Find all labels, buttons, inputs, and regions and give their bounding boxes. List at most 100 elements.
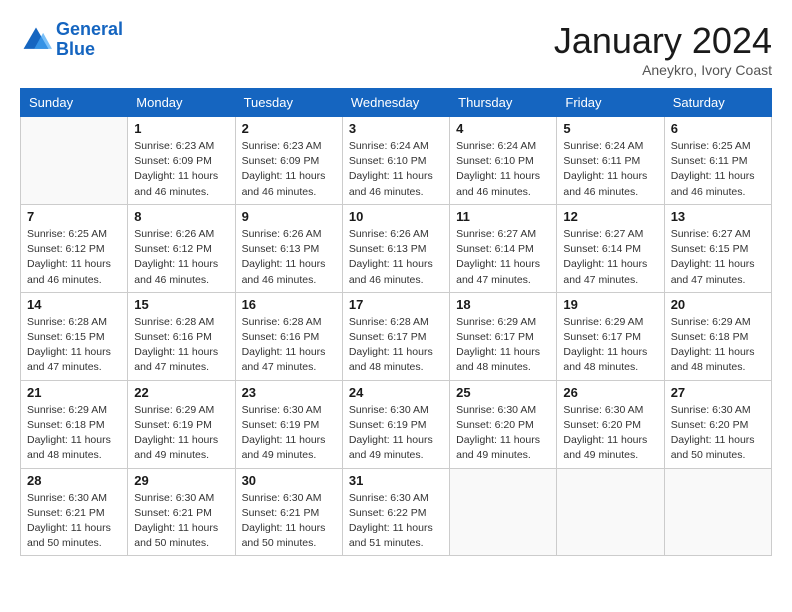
calendar-table: SundayMondayTuesdayWednesdayThursdayFrid… (20, 88, 772, 556)
day-number: 24 (349, 385, 443, 400)
weekday-header-thursday: Thursday (450, 89, 557, 117)
day-info: Sunrise: 6:29 AMSunset: 6:18 PMDaylight:… (27, 403, 121, 464)
calendar-cell: 4Sunrise: 6:24 AMSunset: 6:10 PMDaylight… (450, 117, 557, 205)
day-number: 15 (134, 297, 228, 312)
day-info: Sunrise: 6:28 AMSunset: 6:15 PMDaylight:… (27, 315, 121, 376)
calendar-cell: 7Sunrise: 6:25 AMSunset: 6:12 PMDaylight… (21, 204, 128, 292)
day-number: 10 (349, 209, 443, 224)
logo-text: General Blue (56, 20, 123, 60)
calendar-cell: 26 Sunrise: 6:30 AMSunset: 6:20 PMDayligh… (557, 380, 664, 468)
day-number: 25 (456, 385, 550, 400)
day-info: Sunrise: 6:30 AMSunset: 6:20 PMDaylight:… (563, 403, 657, 464)
day-number: 19 (563, 297, 657, 312)
day-info: Sunrise: 6:27 AMSunset: 6:15 PMDaylight:… (671, 227, 765, 288)
calendar-cell: 20 Sunrise: 6:29 AMSunset: 6:18 PMDayligh… (664, 292, 771, 380)
day-number: 26 (563, 385, 657, 400)
day-info: Sunrise: 6:30 AMSunset: 6:20 PMDaylight:… (671, 403, 765, 464)
weekday-header-friday: Friday (557, 89, 664, 117)
calendar-cell: 12 Sunrise: 6:27 AMSunset: 6:14 PMDayligh… (557, 204, 664, 292)
day-number: 13 (671, 209, 765, 224)
day-number: 14 (27, 297, 121, 312)
calendar-week-4: 21 Sunrise: 6:29 AMSunset: 6:18 PMDayligh… (21, 380, 772, 468)
calendar-cell: 22 Sunrise: 6:29 AMSunset: 6:19 PMDayligh… (128, 380, 235, 468)
day-number: 5 (563, 121, 657, 136)
day-info: Sunrise: 6:28 AMSunset: 6:16 PMDaylight:… (134, 315, 228, 376)
calendar-cell: 9 Sunrise: 6:26 AMSunset: 6:13 PMDaylight… (235, 204, 342, 292)
day-number: 1 (134, 121, 228, 136)
day-info: Sunrise: 6:27 AMSunset: 6:14 PMDaylight:… (456, 227, 550, 288)
day-info: Sunrise: 6:30 AMSunset: 6:19 PMDaylight:… (349, 403, 443, 464)
day-info: Sunrise: 6:30 AMSunset: 6:21 PMDaylight:… (27, 491, 121, 552)
weekday-header-saturday: Saturday (664, 89, 771, 117)
day-info: Sunrise: 6:24 AMSunset: 6:11 PMDaylight:… (563, 139, 657, 200)
day-number: 7 (27, 209, 121, 224)
day-info: Sunrise: 6:29 AMSunset: 6:17 PMDaylight:… (456, 315, 550, 376)
day-info: Sunrise: 6:30 AMSunset: 6:21 PMDaylight:… (242, 491, 336, 552)
day-number: 16 (242, 297, 336, 312)
calendar-cell (21, 117, 128, 205)
calendar-cell: 16 Sunrise: 6:28 AMSunset: 6:16 PMDayligh… (235, 292, 342, 380)
day-number: 29 (134, 473, 228, 488)
day-number: 12 (563, 209, 657, 224)
day-info: Sunrise: 6:24 AMSunset: 6:10 PMDaylight:… (349, 139, 443, 200)
calendar-cell: 11 Sunrise: 6:27 AMSunset: 6:14 PMDayligh… (450, 204, 557, 292)
day-number: 8 (134, 209, 228, 224)
calendar-cell: 28 Sunrise: 6:30 AMSunset: 6:21 PMDayligh… (21, 468, 128, 556)
calendar-cell: 17 Sunrise: 6:28 AMSunset: 6:17 PMDayligh… (342, 292, 449, 380)
day-info: Sunrise: 6:30 AMSunset: 6:22 PMDaylight:… (349, 491, 443, 552)
calendar-cell: 8 Sunrise: 6:26 AMSunset: 6:12 PMDaylight… (128, 204, 235, 292)
calendar-cell: 23 Sunrise: 6:30 AMSunset: 6:19 PMDayligh… (235, 380, 342, 468)
day-number: 6 (671, 121, 765, 136)
day-info: Sunrise: 6:26 AMSunset: 6:13 PMDaylight:… (242, 227, 336, 288)
day-info: Sunrise: 6:28 AMSunset: 6:17 PMDaylight:… (349, 315, 443, 376)
day-info: Sunrise: 6:29 AMSunset: 6:17 PMDaylight:… (563, 315, 657, 376)
calendar-cell (450, 468, 557, 556)
calendar-cell: 2Sunrise: 6:23 AMSunset: 6:09 PMDaylight… (235, 117, 342, 205)
calendar-cell: 15 Sunrise: 6:28 AMSunset: 6:16 PMDayligh… (128, 292, 235, 380)
calendar-week-2: 7Sunrise: 6:25 AMSunset: 6:12 PMDaylight… (21, 204, 772, 292)
day-number: 3 (349, 121, 443, 136)
calendar-cell: 27 Sunrise: 6:30 AMSunset: 6:20 PMDayligh… (664, 380, 771, 468)
calendar-cell: 5 Sunrise: 6:24 AMSunset: 6:11 PMDaylight… (557, 117, 664, 205)
calendar-cell: 13 Sunrise: 6:27 AMSunset: 6:15 PMDayligh… (664, 204, 771, 292)
calendar-cell: 3 Sunrise: 6:24 AMSunset: 6:10 PMDaylight… (342, 117, 449, 205)
day-info: Sunrise: 6:26 AMSunset: 6:13 PMDaylight:… (349, 227, 443, 288)
calendar-cell: 1 Sunrise: 6:23 AMSunset: 6:09 PMDaylight… (128, 117, 235, 205)
day-info: Sunrise: 6:26 AMSunset: 6:12 PMDaylight:… (134, 227, 228, 288)
calendar-week-5: 28 Sunrise: 6:30 AMSunset: 6:21 PMDayligh… (21, 468, 772, 556)
location: Aneykro, Ivory Coast (554, 62, 772, 78)
day-info: Sunrise: 6:28 AMSunset: 6:16 PMDaylight:… (242, 315, 336, 376)
day-number: 23 (242, 385, 336, 400)
day-info: Sunrise: 6:24 AMSunset: 6:10 PMDaylight:… (456, 139, 550, 200)
day-number: 17 (349, 297, 443, 312)
day-number: 22 (134, 385, 228, 400)
day-number: 21 (27, 385, 121, 400)
title-block: January 2024 Aneykro, Ivory Coast (554, 20, 772, 78)
day-info: Sunrise: 6:29 AMSunset: 6:19 PMDaylight:… (134, 403, 228, 464)
logo-icon (20, 24, 52, 56)
calendar-cell (664, 468, 771, 556)
calendar-cell: 10 Sunrise: 6:26 AMSunset: 6:13 PMDayligh… (342, 204, 449, 292)
calendar-cell: 19 Sunrise: 6:29 AMSunset: 6:17 PMDayligh… (557, 292, 664, 380)
day-number: 27 (671, 385, 765, 400)
day-info: Sunrise: 6:30 AMSunset: 6:19 PMDaylight:… (242, 403, 336, 464)
weekday-header-monday: Monday (128, 89, 235, 117)
calendar-cell: 14 Sunrise: 6:28 AMSunset: 6:15 PMDayligh… (21, 292, 128, 380)
calendar-cell: 24 Sunrise: 6:30 AMSunset: 6:19 PMDayligh… (342, 380, 449, 468)
day-number: 18 (456, 297, 550, 312)
day-number: 11 (456, 209, 550, 224)
day-number: 28 (27, 473, 121, 488)
weekday-header-tuesday: Tuesday (235, 89, 342, 117)
calendar-cell: 18 Sunrise: 6:29 AMSunset: 6:17 PMDayligh… (450, 292, 557, 380)
weekday-header-wednesday: Wednesday (342, 89, 449, 117)
weekday-header-sunday: Sunday (21, 89, 128, 117)
day-number: 20 (671, 297, 765, 312)
day-info: Sunrise: 6:23 AMSunset: 6:09 PMDaylight:… (134, 139, 228, 200)
day-info: Sunrise: 6:27 AMSunset: 6:14 PMDaylight:… (563, 227, 657, 288)
day-number: 2 (242, 121, 336, 136)
day-number: 9 (242, 209, 336, 224)
calendar-cell: 25Sunrise: 6:30 AMSunset: 6:20 PMDayligh… (450, 380, 557, 468)
day-info: Sunrise: 6:29 AMSunset: 6:18 PMDaylight:… (671, 315, 765, 376)
page-header: General Blue January 2024 Aneykro, Ivory… (20, 20, 772, 78)
weekday-header-row: SundayMondayTuesdayWednesdayThursdayFrid… (21, 89, 772, 117)
